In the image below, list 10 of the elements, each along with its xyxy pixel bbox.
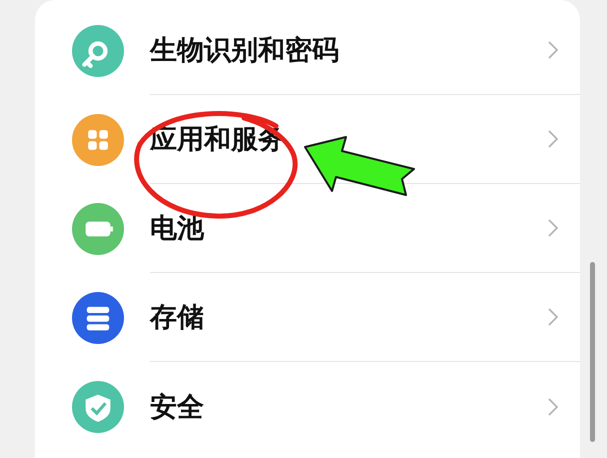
chevron-icon [548,219,558,237]
settings-item[interactable]: 存储 [150,299,204,335]
settings-item[interactable]: 生物识别和密码 [150,32,339,68]
settings-item[interactable]: 安全 [150,388,204,424]
chevron-icon [548,398,558,416]
scroll-bar[interactable] [590,262,595,442]
chevron-icon [548,308,558,326]
settings-item[interactable]: 电池 [150,210,204,246]
chevron-icon [548,41,558,59]
chevron-icon [548,130,558,148]
